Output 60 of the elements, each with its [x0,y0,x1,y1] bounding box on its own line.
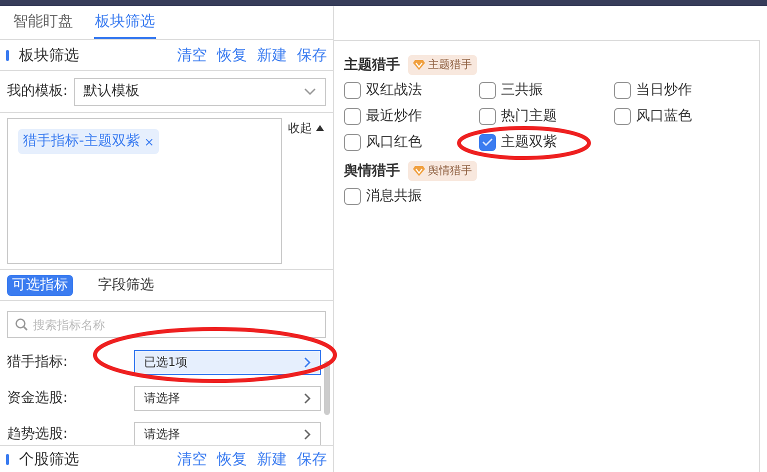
field-label: 趋势选股: [7,424,69,444]
option-checkbox[interactable] [614,82,631,98]
option-label: 最近炒作 [366,106,422,126]
group-badge: 舆情猎手 [408,161,477,181]
option-checkbox[interactable] [344,82,361,98]
header-action-link[interactable]: 清空 [177,48,207,62]
option-label: 热门主题 [501,106,557,126]
indicator-selector[interactable]: 已选1项 [134,350,321,374]
header-action-link[interactable]: 保存 [297,48,327,62]
option-checkbox[interactable] [479,108,496,124]
header-action-link[interactable]: 新建 [257,452,287,466]
option-label: 当日炒作 [636,80,692,100]
chevron-right-icon [304,428,311,440]
section-marker [6,50,9,60]
header-action-link[interactable]: 清空 [177,452,207,466]
option-label: 风口蓝色 [636,106,692,126]
option-label: 消息共振 [366,186,422,206]
indicator-selector[interactable]: 请选择 [134,422,321,445]
top-tab[interactable]: 智能盯盘 [12,10,74,39]
field-label: 猎手指标: [7,352,69,372]
section-title: 个股筛选 [19,448,79,470]
section-title: 板块筛选 [19,44,79,66]
chevron-right-icon [304,356,311,368]
chevron-down-icon [304,88,316,96]
triangle-up-icon [316,125,324,131]
option-label: 双红战法 [366,80,422,100]
tag-remove-button[interactable]: × [144,132,154,150]
header-action-link[interactable]: 恢复 [217,48,247,62]
option-label: 主题双紫 [501,132,557,152]
diamond-icon [413,60,425,70]
option-checkbox[interactable] [344,108,361,124]
option-checkbox[interactable] [344,134,361,150]
top-tab[interactable]: 板块筛选 [94,10,156,39]
option-checkbox[interactable] [344,188,361,204]
diamond-icon [413,166,425,176]
template-label: 我的模板: [7,82,68,101]
group-title: 舆情猎手 [344,162,400,180]
group-title: 主题猎手 [344,56,400,74]
collapse-toggle[interactable]: 收起 [288,120,324,136]
option-label: 风口红色 [366,132,422,152]
template-dropdown[interactable]: 默认模板 [74,78,326,106]
search-field[interactable]: 搜索指标名称 [7,311,326,338]
option-checkbox[interactable] [614,108,631,124]
option-label: 三共振 [501,80,543,100]
option-checkbox[interactable] [479,82,496,98]
sub-tab[interactable]: 字段筛选 [93,274,159,296]
header-action-link[interactable]: 新建 [257,48,287,62]
scrollbar-thumb[interactable] [324,361,330,415]
group-badge: 主题猎手 [408,55,477,75]
sub-tab[interactable]: 可选指标 [7,274,73,296]
option-checkbox[interactable] [479,134,496,150]
check-icon [482,138,493,146]
section-marker [6,454,9,464]
search-icon [15,318,28,331]
indicator-selector[interactable]: 请选择 [134,386,321,410]
header-action-link[interactable]: 恢复 [217,452,247,466]
field-label: 资金选股: [7,388,69,408]
header-action-link[interactable]: 保存 [297,452,327,466]
chevron-right-icon [304,392,311,404]
filter-tag: 猎手指标-主题双紫 [23,131,140,152]
